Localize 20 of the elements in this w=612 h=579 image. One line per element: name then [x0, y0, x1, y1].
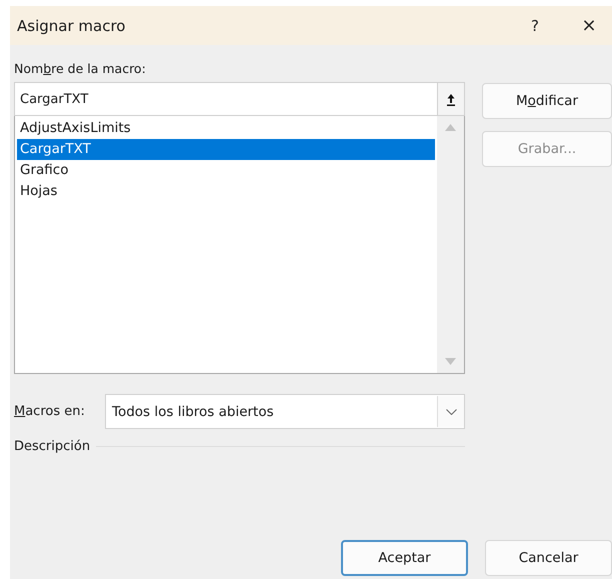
- cancel-button[interactable]: Cancelar: [485, 540, 612, 576]
- list-item[interactable]: AdjustAxisLimits: [17, 118, 435, 139]
- section-label: Descripción: [14, 439, 90, 454]
- close-button[interactable]: ×: [566, 6, 612, 45]
- chevron-down-icon: [446, 408, 456, 414]
- up-arrow-icon: [446, 92, 456, 106]
- scroll-down-icon[interactable]: [445, 358, 456, 365]
- field-label: Nombre de la macro:: [14, 61, 147, 76]
- list-item[interactable]: Hojas: [17, 181, 435, 202]
- collapse-button[interactable]: [437, 82, 465, 116]
- macros-in-dropdown[interactable]: Todos los libros abiertos: [105, 394, 465, 429]
- field-label: Macros en:: [14, 404, 86, 419]
- macro-name-field[interactable]: CargarTXT: [14, 82, 437, 116]
- scroll-up-icon[interactable]: [445, 124, 456, 131]
- help-button[interactable]: ?: [512, 6, 558, 45]
- list-item[interactable]: Grafico: [17, 160, 435, 181]
- window-title: Asignar macro: [17, 16, 126, 34]
- edit-button[interactable]: Modificar: [482, 83, 612, 119]
- list-item[interactable]: CargarTXT: [17, 139, 435, 160]
- ok-button[interactable]: Aceptar: [341, 540, 468, 576]
